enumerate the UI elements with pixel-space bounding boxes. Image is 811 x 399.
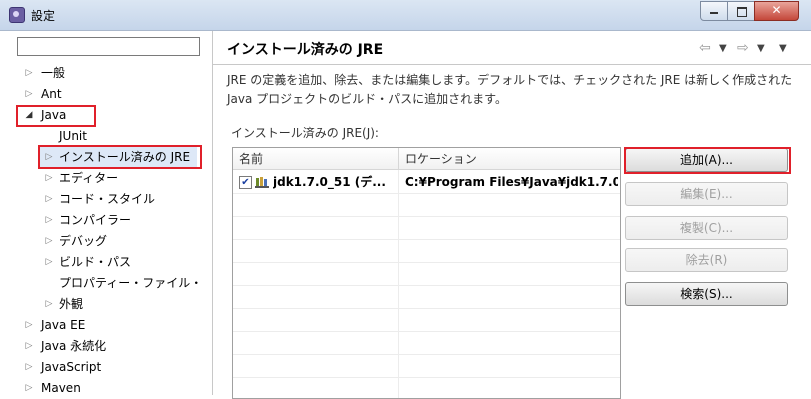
tree-item-label: Maven bbox=[41, 381, 81, 395]
search-button[interactable]: 検索(S)... bbox=[625, 282, 788, 306]
table-row-empty bbox=[233, 240, 620, 263]
description-line-1: JRE の定義を追加、除去、または編集します。デフォルトでは、チェックされた J… bbox=[227, 73, 793, 87]
jre-name-cell: jdk1.7.0_51 (デ... bbox=[273, 175, 386, 189]
highlight-installed-jres bbox=[38, 145, 202, 169]
preferences-tree-panel: ▷ 一般 ▷ Ant ◢ Java JUnit ▷ インストール済みの JRE … bbox=[0, 31, 213, 395]
tree-item-label: 外観 bbox=[59, 297, 84, 311]
expand-arrow-icon[interactable]: ▷ bbox=[24, 337, 34, 355]
expand-arrow-icon[interactable]: ▷ bbox=[44, 169, 54, 187]
maximize-icon bbox=[737, 7, 747, 17]
column-header-name[interactable]: 名前 bbox=[233, 148, 399, 170]
expand-arrow-icon[interactable]: ▷ bbox=[24, 316, 34, 334]
tree-item-maven[interactable]: ▷ Maven bbox=[0, 379, 212, 397]
table-row[interactable]: ✔ jdk1.7.0_51 (デ... C:¥Program Files¥Jav… bbox=[233, 171, 620, 194]
expand-arrow-icon[interactable]: ▷ bbox=[44, 190, 54, 208]
expand-arrow-icon[interactable]: ▷ bbox=[44, 295, 54, 313]
close-button[interactable]: ✕ bbox=[754, 1, 799, 21]
highlight-add-button bbox=[624, 147, 791, 174]
tree-item-editor[interactable]: ▷ エディター bbox=[0, 169, 212, 187]
expand-arrow-icon[interactable]: ▷ bbox=[44, 232, 54, 250]
jre-location-cell: C:¥Program Files¥Java¥jdk1.7.0_ bbox=[405, 175, 618, 189]
tree-item-label: JavaScript bbox=[41, 360, 102, 374]
forward-dropdown-icon[interactable]: ▼ bbox=[757, 43, 765, 54]
tree-item-ant[interactable]: ▷ Ant bbox=[0, 85, 212, 103]
highlight-java bbox=[16, 105, 96, 127]
table-row-empty bbox=[233, 286, 620, 309]
tree-item-code-style[interactable]: ▷ コード・スタイル bbox=[0, 190, 212, 208]
tree-item-junit[interactable]: JUnit bbox=[0, 127, 212, 145]
filter-input[interactable] bbox=[17, 37, 200, 56]
description-line-2: Java プロジェクトのビルド・パスに追加されます。 bbox=[227, 92, 507, 106]
copy-button[interactable]: 複製(C)... bbox=[625, 216, 788, 240]
expand-arrow-icon[interactable]: ▷ bbox=[24, 379, 34, 397]
jre-checkbox[interactable]: ✔ bbox=[239, 176, 252, 189]
remove-button[interactable]: 除去(R) bbox=[625, 248, 788, 272]
tree-item-build-path[interactable]: ▷ ビルド・パス bbox=[0, 253, 212, 271]
tree-item-java-persistence[interactable]: ▷ Java 永続化 bbox=[0, 337, 212, 355]
expand-arrow-icon[interactable]: ▷ bbox=[44, 211, 54, 229]
tree-item-label: JUnit bbox=[59, 129, 87, 143]
minimize-button[interactable] bbox=[700, 1, 728, 21]
back-arrow-icon[interactable]: ⇦ bbox=[699, 40, 711, 56]
tree-item-label: Ant bbox=[41, 87, 62, 101]
column-header-location[interactable]: ロケーション bbox=[399, 148, 620, 170]
tree-item-debug[interactable]: ▷ デバッグ bbox=[0, 232, 212, 250]
title-bar: 設定 ✕ bbox=[0, 0, 811, 31]
table-row-empty bbox=[233, 217, 620, 240]
column-divider bbox=[398, 170, 399, 398]
table-row-empty bbox=[233, 378, 620, 398]
tree-item-javascript[interactable]: ▷ JavaScript bbox=[0, 358, 212, 376]
edit-button[interactable]: 編集(E)... bbox=[625, 182, 788, 206]
view-menu-icon[interactable]: ▼ bbox=[779, 43, 787, 54]
window-title: 設定 bbox=[31, 9, 56, 23]
tree-item-label: プロパティー・ファイル・ bbox=[59, 276, 203, 290]
preference-page: インストール済みの JRE ⇦ ▼ ⇨ ▼ ▼ JRE の定義を追加、除去、また… bbox=[213, 31, 811, 399]
eclipse-settings-icon bbox=[9, 7, 25, 23]
table-row-empty bbox=[233, 263, 620, 286]
tree-item-label: ビルド・パス bbox=[59, 255, 132, 269]
table-row-empty bbox=[233, 355, 620, 378]
table-row-empty bbox=[233, 194, 620, 217]
table-row-empty bbox=[233, 332, 620, 355]
tree-item-label: デバッグ bbox=[59, 234, 108, 248]
tree-item-label: Java EE bbox=[41, 318, 86, 332]
tree-item-label: エディター bbox=[59, 171, 119, 185]
page-title: インストール済みの JRE bbox=[227, 42, 384, 58]
title-separator bbox=[213, 64, 811, 65]
expand-arrow-icon[interactable]: ▷ bbox=[44, 253, 54, 271]
expand-arrow-icon[interactable]: ▷ bbox=[24, 64, 34, 82]
installed-jres-label: インストール済みの JRE(J): bbox=[231, 126, 379, 140]
tree-item-label: コード・スタイル bbox=[59, 192, 156, 206]
page-description: JRE の定義を追加、除去、または編集します。デフォルトでは、チェックされた J… bbox=[227, 71, 802, 109]
tree-item-appearance[interactable]: ▷ 外観 bbox=[0, 295, 212, 313]
forward-arrow-icon[interactable]: ⇨ bbox=[737, 40, 749, 56]
minimize-icon bbox=[710, 12, 718, 14]
jre-library-icon bbox=[255, 177, 269, 188]
maximize-button[interactable] bbox=[727, 1, 755, 21]
tree-item-general[interactable]: ▷ 一般 bbox=[0, 64, 212, 82]
close-icon: ✕ bbox=[771, 3, 782, 17]
tree-item-java-ee[interactable]: ▷ Java EE bbox=[0, 316, 212, 334]
tree-item-label: コンパイラー bbox=[59, 213, 132, 227]
table-row-empty bbox=[233, 309, 620, 332]
tree-item-compiler[interactable]: ▷ コンパイラー bbox=[0, 211, 212, 229]
back-dropdown-icon[interactable]: ▼ bbox=[719, 43, 727, 54]
tree-item-label: Java 永続化 bbox=[41, 339, 107, 353]
tree-item-label: 一般 bbox=[41, 66, 66, 80]
expand-arrow-icon[interactable]: ▷ bbox=[24, 85, 34, 103]
jre-table[interactable]: 名前 ロケーション ✔ jdk1.7.0_51 (デ... C:¥Program… bbox=[232, 147, 621, 399]
expand-arrow-icon[interactable]: ▷ bbox=[24, 358, 34, 376]
tree-item-properties-files[interactable]: プロパティー・ファイル・ bbox=[0, 274, 212, 292]
